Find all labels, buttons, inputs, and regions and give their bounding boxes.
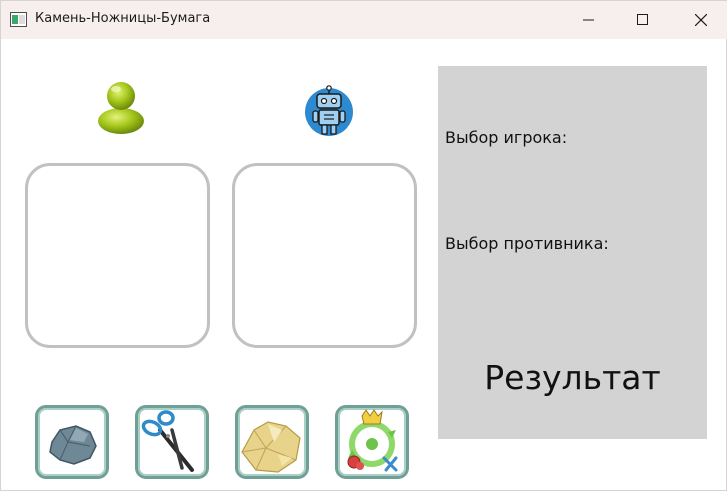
paper-icon xyxy=(241,421,301,473)
app-icon xyxy=(10,12,27,27)
robot-icon xyxy=(304,85,354,141)
rock-icon xyxy=(49,425,97,465)
rock-button[interactable] xyxy=(35,405,109,479)
opponent-choice-slot xyxy=(232,163,417,348)
maximize-button[interactable] xyxy=(620,1,666,39)
player-icon xyxy=(96,79,146,139)
minimize-icon xyxy=(583,19,594,21)
random-button[interactable] xyxy=(335,405,409,479)
scissors-icon xyxy=(141,410,194,472)
result-label: Результат xyxy=(484,358,661,397)
player-choice-label: Выбор игрока: xyxy=(445,128,568,147)
title-bar[interactable]: Камень-Ножницы-Бумага xyxy=(1,1,727,39)
opponent-choice-label: Выбор противника: xyxy=(445,234,609,253)
close-icon xyxy=(695,14,707,26)
window-title: Камень-Ножницы-Бумага xyxy=(35,11,211,26)
player-choice-slot xyxy=(25,163,210,348)
maximize-icon xyxy=(637,14,648,25)
minimize-button[interactable] xyxy=(566,1,612,39)
close-button[interactable] xyxy=(678,1,724,39)
paper-button[interactable] xyxy=(235,405,309,479)
random-icon xyxy=(347,409,398,472)
game-window: Камень-Ножницы-Бумага Выбор игрока: Выбо… xyxy=(0,0,727,491)
scissors-button[interactable] xyxy=(135,405,209,479)
info-panel: Выбор игрока: Выбор противника: Результа… xyxy=(438,66,707,439)
